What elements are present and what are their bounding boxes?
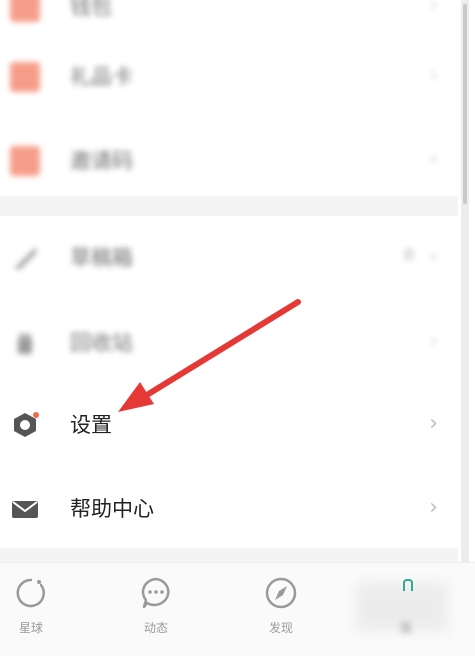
tab-discover[interactable]: 发现 (222, 563, 340, 656)
orange-square-icon (10, 146, 40, 176)
tab-feed[interactable]: 动态 (97, 563, 215, 656)
section-divider (0, 196, 458, 216)
pen-icon (14, 247, 36, 269)
scrollbar[interactable] (461, 0, 469, 562)
chevron-right-icon: › (429, 329, 438, 354)
scrollbar-thumb[interactable] (463, 4, 467, 204)
chat-bubble-icon (141, 577, 170, 609)
chevron-right-icon: › (429, 63, 438, 88)
menu-item-settings[interactable]: 设置 › (0, 384, 458, 464)
tab-planet[interactable]: 星球 (0, 563, 90, 656)
trash-icon (18, 334, 32, 354)
chevron-right-icon: › (429, 0, 438, 18)
settings-hexagon-icon (14, 412, 39, 437)
menu-item-recycle-bin[interactable]: 回收站 › (0, 302, 458, 382)
mail-icon (12, 501, 38, 518)
orange-square-icon (10, 0, 40, 22)
tab-me[interactable]: 我 (347, 563, 465, 656)
count-badge: 0 (403, 245, 414, 264)
tab-label: 动态 (143, 621, 168, 635)
menu-item-label: 邀请码 (70, 149, 133, 173)
tab-label: 星球 (18, 621, 43, 635)
profile-icon-accent (403, 579, 413, 591)
tab-label: 我 (399, 621, 412, 635)
chevron-right-icon: › (429, 495, 438, 520)
section-divider (0, 548, 458, 562)
orange-square-icon (10, 62, 40, 92)
menu-item-label: 帮助中心 (70, 497, 154, 521)
chevron-right-icon: › (429, 411, 438, 436)
menu-item-help-center[interactable]: 帮助中心 › (0, 468, 458, 548)
compass-icon (265, 577, 297, 609)
menu-item-label: 回收站 (70, 331, 133, 355)
bottom-nav: 星球 动态 发现 我 (0, 562, 475, 656)
menu-item-drafts[interactable]: 草稿箱 0 › (0, 217, 458, 297)
menu-item-label: 设置 (70, 413, 112, 437)
tab-label: 发现 (268, 621, 293, 635)
menu-item-invite-code[interactable]: 邀请码 › (0, 120, 458, 200)
menu-item-label: 钱包 (70, 0, 112, 19)
notification-dot (33, 412, 39, 418)
menu-item-gift-card[interactable]: 礼品卡 › (0, 36, 458, 116)
menu-item-label: 礼品卡 (70, 65, 133, 89)
menu-item-label: 草稿箱 (70, 246, 133, 270)
chevron-right-icon: › (429, 147, 438, 172)
chevron-right-icon: › (429, 244, 438, 269)
planet-ring-icon (16, 578, 45, 608)
